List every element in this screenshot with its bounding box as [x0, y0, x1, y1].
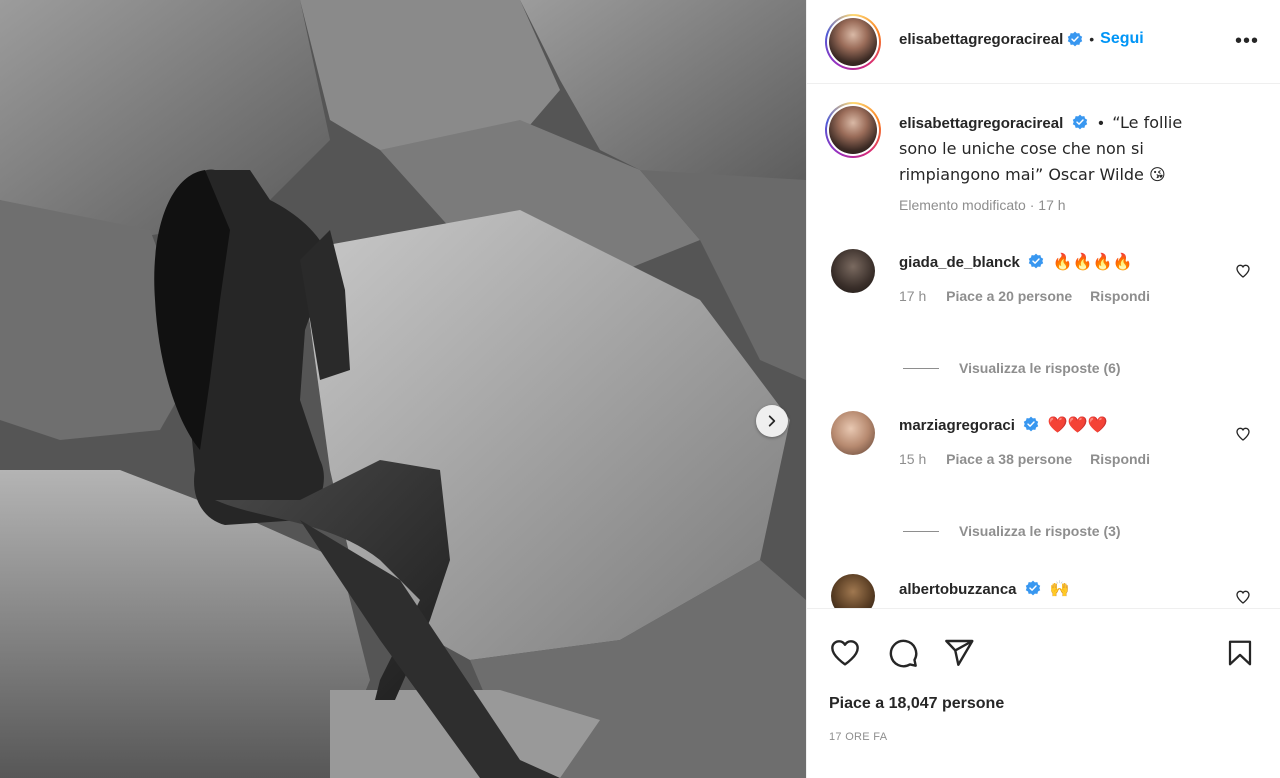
caption-meta: Elemento modificato · 17 h — [899, 197, 1066, 213]
caption-avatar[interactable] — [825, 102, 881, 158]
comment-username[interactable]: giada_de_blanck — [899, 254, 1020, 271]
author-avatar[interactable] — [825, 14, 881, 70]
bookmark-icon[interactable] — [1225, 637, 1255, 669]
comment-username[interactable]: marziagregoraci — [899, 417, 1015, 434]
view-replies-label: Visualizza le risposte (3) — [959, 523, 1121, 539]
verified-badge-icon — [1025, 580, 1041, 596]
commenter-avatar[interactable] — [831, 574, 875, 608]
like-comment-icon[interactable] — [1235, 426, 1251, 442]
like-comment-icon[interactable] — [1235, 263, 1251, 279]
verified-badge-icon — [1029, 253, 1044, 269]
verified-badge-icon — [1068, 31, 1083, 47]
comment-body: 🔥🔥🔥🔥 — [1052, 252, 1133, 271]
verified-badge-icon — [1024, 416, 1039, 432]
post-photo — [0, 0, 806, 778]
comment-body: 🙌 — [1049, 579, 1070, 598]
post-media[interactable] — [0, 0, 806, 778]
reply-button[interactable]: Rispondi — [1090, 288, 1150, 304]
post-timestamp[interactable]: 17 ORE FA — [829, 731, 887, 743]
comment-meta: 17 h Piace a 20 persone Rispondi — [899, 288, 1164, 304]
view-replies-button[interactable]: Visualizza le risposte (6) — [903, 360, 1121, 376]
comment-row: albertobuzzanca 🙌 — [899, 579, 1069, 599]
share-icon[interactable] — [943, 637, 975, 669]
comment-username[interactable]: albertobuzzanca — [899, 581, 1017, 598]
post-panel: elisabettagregoracireal • Segui ••• elis… — [806, 0, 1280, 778]
comment-meta: 15 h Piace a 38 persone Rispondi — [899, 451, 1164, 467]
caption: elisabettagregoracireal • “Le follie son… — [899, 110, 1219, 188]
like-comment-icon[interactable] — [1235, 589, 1251, 605]
author-username[interactable]: elisabettagregoracireal — [899, 31, 1063, 48]
comment-likes[interactable]: Piace a 38 persone — [946, 451, 1072, 467]
commenter-avatar[interactable] — [831, 249, 875, 293]
header-user-row: elisabettagregoracireal • Segui — [899, 30, 1144, 48]
comment-row: giada_de_blanck 🔥🔥🔥🔥 — [899, 252, 1132, 272]
commenter-avatar[interactable] — [831, 411, 875, 455]
separator-dot: • — [1089, 31, 1095, 47]
view-replies-label: Visualizza le risposte (6) — [959, 360, 1121, 376]
comment-icon[interactable] — [887, 637, 919, 669]
comment-time[interactable]: 15 h — [899, 451, 926, 467]
caption-separator: • — [1098, 115, 1104, 132]
comments-list[interactable]: elisabettagregoracireal • “Le follie son… — [807, 84, 1280, 608]
comment-body: ❤️❤️❤️ — [1047, 415, 1108, 434]
comment-likes[interactable]: Piace a 20 persone — [946, 288, 1072, 304]
comment-row: marziagregoraci ❤️❤️❤️ — [899, 415, 1108, 435]
caption-username[interactable]: elisabettagregoracireal — [899, 115, 1063, 132]
reply-button[interactable]: Rispondi — [1090, 451, 1150, 467]
post-actions: Piace a 18,047 persone 17 ORE FA — [807, 608, 1280, 778]
post-header: elisabettagregoracireal • Segui ••• — [807, 0, 1280, 84]
heart-icon[interactable] — [829, 637, 861, 669]
likes-count[interactable]: Piace a 18,047 persone — [829, 695, 1004, 713]
follow-button[interactable]: Segui — [1100, 30, 1144, 48]
chevron-right-icon — [768, 415, 776, 427]
view-replies-button[interactable]: Visualizza le risposte (3) — [903, 523, 1121, 539]
verified-badge-icon — [1072, 114, 1087, 130]
more-options-button[interactable]: ••• — [1235, 30, 1259, 53]
comment-time[interactable]: 17 h — [899, 288, 926, 304]
next-media-button[interactable] — [756, 405, 788, 437]
